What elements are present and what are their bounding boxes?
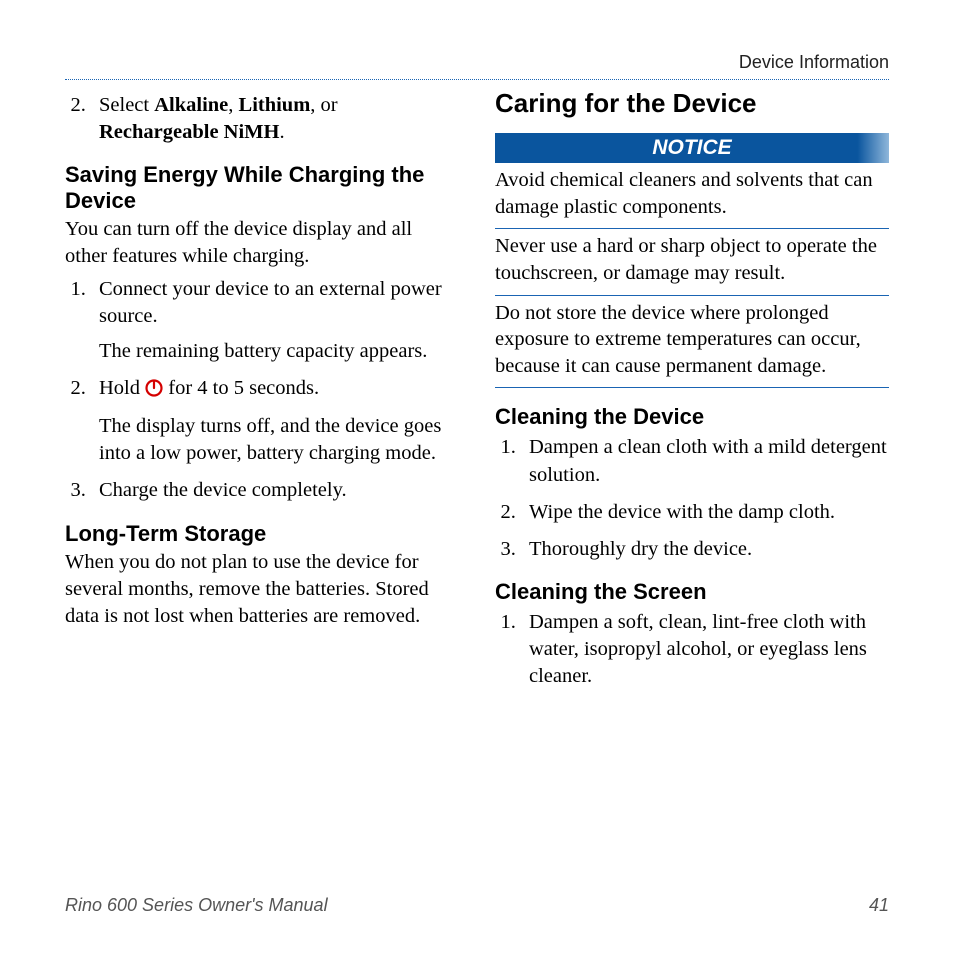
text-fragment: , [228, 94, 238, 116]
step-text: Wipe the device with the damp cloth. [529, 501, 835, 523]
text-fragment: , or [310, 94, 337, 116]
footer-title: Rino 600 Series Owner's Manual [65, 895, 328, 916]
section-header: Device Information [65, 52, 889, 80]
option-nimh: Rechargeable NiMH [99, 121, 279, 143]
paragraph: You can turn off the device display and … [65, 216, 459, 270]
two-column-layout: Select Alkaline, Lithium, or Rechargeabl… [65, 88, 889, 700]
cleaning-device-steps: Dampen a clean cloth with a mild deterge… [495, 434, 889, 562]
step-text-a: Hold [99, 377, 145, 399]
notice-banner: NOTICE [495, 133, 889, 163]
step-text: Connect your device to an external power… [99, 278, 442, 327]
notice-text: Avoid chemical cleaners and solvents tha… [495, 163, 889, 229]
step-text-b: for 4 to 5 seconds. [163, 377, 319, 399]
list-item: Dampen a soft, clean, lint-free cloth wi… [521, 609, 889, 690]
step-text: Thoroughly dry the device. [529, 538, 752, 560]
heading-cleaning-device: Cleaning the Device [495, 404, 889, 430]
list-item: Dampen a clean cloth with a mild deterge… [521, 434, 889, 488]
heading-caring-for-device: Caring for the Device [495, 88, 889, 119]
footer-page-number: 41 [869, 895, 889, 916]
list-item: Wipe the device with the damp cloth. [521, 499, 889, 526]
notice-text: Never use a hard or sharp object to oper… [495, 229, 889, 295]
battery-type-list: Select Alkaline, Lithium, or Rechargeabl… [65, 92, 459, 146]
list-item: Thoroughly dry the device. [521, 536, 889, 563]
step-text: Dampen a clean cloth with a mild deterge… [529, 436, 887, 485]
heading-cleaning-screen: Cleaning the Screen [495, 579, 889, 605]
page-footer: Rino 600 Series Owner's Manual 41 [65, 895, 889, 916]
text-fragment: Select [99, 94, 154, 116]
saving-energy-steps: Connect your device to an external power… [65, 276, 459, 504]
heading-saving-energy: Saving Energy While Charging the Device [65, 162, 459, 214]
option-alkaline: Alkaline [154, 94, 228, 116]
list-item: Hold for 4 to 5 seconds. The display tur… [91, 375, 459, 467]
heading-long-term-storage: Long-Term Storage [65, 521, 459, 547]
list-item: Charge the device completely. [91, 477, 459, 504]
step-text: Charge the device completely. [99, 479, 347, 501]
right-column: Caring for the Device NOTICE Avoid chemi… [495, 88, 889, 700]
power-icon [145, 378, 163, 405]
list-item: Select Alkaline, Lithium, or Rechargeabl… [91, 92, 459, 146]
option-lithium: Lithium [239, 94, 311, 116]
manual-page: Device Information Select Alkaline, Lith… [0, 0, 954, 954]
notice-text: Do not store the device where prolonged … [495, 296, 889, 389]
cleaning-screen-steps: Dampen a soft, clean, lint-free cloth wi… [495, 609, 889, 690]
step-result: The display turns off, and the device go… [99, 413, 459, 467]
text-fragment: . [279, 121, 284, 143]
step-text: Dampen a soft, clean, lint-free cloth wi… [529, 611, 867, 687]
step-result: The remaining battery capacity appears. [99, 338, 459, 365]
list-item: Connect your device to an external power… [91, 276, 459, 365]
left-column: Select Alkaline, Lithium, or Rechargeabl… [65, 88, 459, 700]
paragraph: When you do not plan to use the device f… [65, 549, 459, 630]
